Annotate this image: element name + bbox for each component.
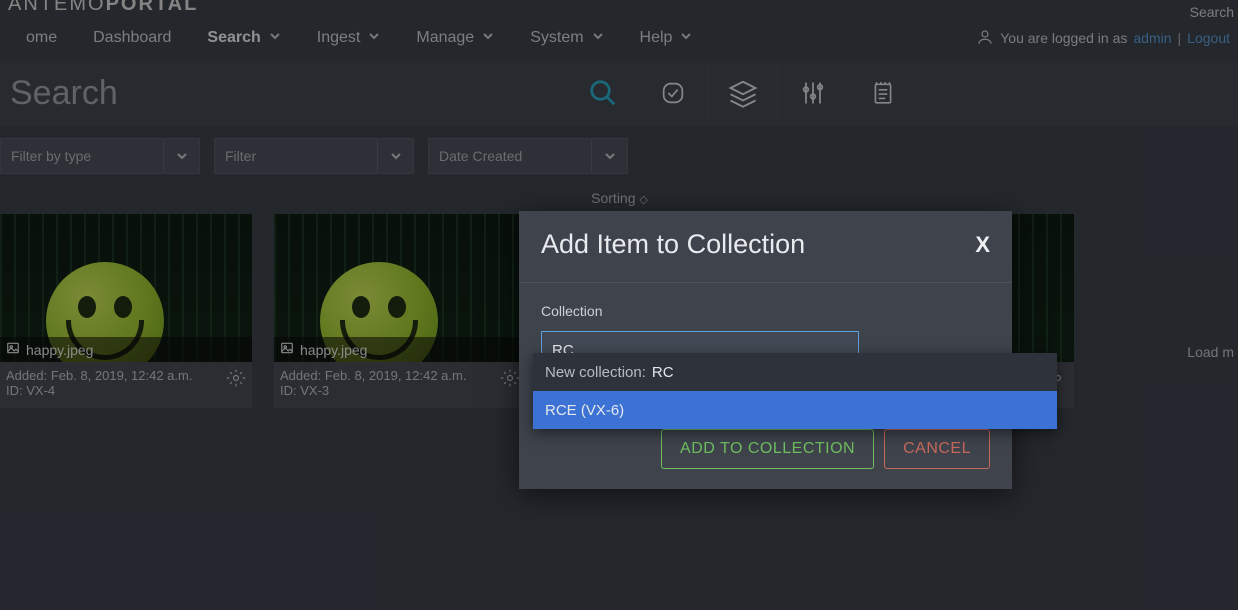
item-id: ID: VX-4 xyxy=(6,383,246,398)
toolbar xyxy=(568,67,918,119)
nav-label: ome xyxy=(26,29,57,47)
nav-label: Ingest xyxy=(317,29,361,47)
sort-arrows-icon: ◇ xyxy=(639,194,646,206)
divider: | xyxy=(1178,30,1182,46)
sorting-label: Sorting xyxy=(591,190,635,206)
chevron-down-icon xyxy=(163,139,199,173)
filter-label: Date Created xyxy=(439,148,522,164)
chevron-down-icon xyxy=(269,29,281,47)
chevron-down-icon xyxy=(591,139,627,173)
nav-label: System xyxy=(530,29,583,47)
user-prefix: You are logged in as xyxy=(1000,30,1127,46)
filter-row: Filter by type Filter Date Created xyxy=(0,126,1238,186)
collection-button[interactable] xyxy=(708,67,778,119)
nav-manage[interactable]: Manage xyxy=(398,29,512,47)
search-icon-button[interactable] xyxy=(568,67,638,119)
image-icon xyxy=(6,341,20,358)
result-card[interactable]: happy.jpeg Added: Feb. 8, 2019, 12:42 a.… xyxy=(0,214,252,408)
nav-label: Manage xyxy=(416,29,474,47)
notes-button[interactable] xyxy=(848,67,918,119)
gear-icon[interactable] xyxy=(226,368,246,388)
brand-logo: ANTEMOPORTAL xyxy=(0,0,1238,16)
top-search-link[interactable]: Search xyxy=(1190,4,1234,20)
nav-ingest[interactable]: Ingest xyxy=(299,29,399,47)
chevron-down-icon xyxy=(592,29,604,47)
chevron-down-icon xyxy=(377,139,413,173)
nav-search[interactable]: Search xyxy=(189,29,298,47)
nav-system[interactable]: System xyxy=(512,29,621,47)
nav-label: Search xyxy=(207,29,260,47)
add-to-collection-modal: Add Item to Collection X Collection New … xyxy=(519,211,1012,489)
result-card[interactable]: happy.jpeg Added: Feb. 8, 2019, 12:42 a.… xyxy=(274,214,526,408)
collection-autocomplete: New collection: RC RCE (VX-6) xyxy=(533,353,1057,429)
filename: happy.jpeg xyxy=(300,342,367,358)
chevron-down-icon xyxy=(680,29,692,47)
item-id: ID: VX-3 xyxy=(280,383,520,398)
gear-icon[interactable] xyxy=(500,368,520,388)
user-name-link[interactable]: admin xyxy=(1133,30,1171,46)
chevron-down-icon xyxy=(482,29,494,47)
settings-sliders-button[interactable] xyxy=(778,67,848,119)
user-area: You are logged in as admin | Logout xyxy=(976,28,1230,49)
added-date: Added: Feb. 8, 2019, 12:42 a.m. xyxy=(6,368,246,383)
load-more-link[interactable]: Load m xyxy=(1187,344,1234,360)
nav-label: Help xyxy=(640,29,673,47)
nav-dashboard[interactable]: Dashboard xyxy=(75,29,189,47)
search-input[interactable] xyxy=(0,65,560,121)
nav-label: Dashboard xyxy=(93,29,171,47)
thumbnail: happy.jpeg xyxy=(274,214,526,362)
close-icon[interactable]: X xyxy=(975,232,990,258)
saved-search-button[interactable] xyxy=(638,67,708,119)
nav-home[interactable]: ome xyxy=(8,29,75,47)
filter-generic[interactable]: Filter xyxy=(214,138,414,174)
filter-label: Filter xyxy=(225,148,256,164)
user-icon xyxy=(976,28,994,49)
added-date: Added: Feb. 8, 2019, 12:42 a.m. xyxy=(280,368,520,383)
nav-help[interactable]: Help xyxy=(622,29,711,47)
filter-label: Filter by type xyxy=(11,148,91,164)
filename: happy.jpeg xyxy=(26,342,93,358)
filter-type[interactable]: Filter by type xyxy=(0,138,200,174)
autocomplete-match[interactable]: RCE (VX-6) xyxy=(533,391,1057,429)
logout-link[interactable]: Logout xyxy=(1187,30,1230,46)
top-nav: ome Dashboard Search Ingest Manage Syste… xyxy=(0,16,1238,60)
add-to-collection-button[interactable]: ADD TO COLLECTION xyxy=(661,429,874,469)
filter-date[interactable]: Date Created xyxy=(428,138,628,174)
chevron-down-icon xyxy=(368,29,380,47)
thumbnail: happy.jpeg xyxy=(0,214,252,362)
cancel-button[interactable]: CANCEL xyxy=(884,429,990,469)
field-label-collection: Collection xyxy=(541,303,990,319)
search-row xyxy=(0,60,1238,126)
autocomplete-match-label: RCE (VX-6) xyxy=(545,402,624,419)
modal-title: Add Item to Collection xyxy=(541,229,805,260)
sorting-toggle[interactable]: Sorting ◇ xyxy=(0,186,1238,214)
new-collection-prefix: New collection: xyxy=(545,364,646,381)
image-icon xyxy=(280,341,294,358)
autocomplete-new-collection[interactable]: New collection: RC xyxy=(533,353,1057,391)
new-collection-value: RC xyxy=(652,364,674,381)
